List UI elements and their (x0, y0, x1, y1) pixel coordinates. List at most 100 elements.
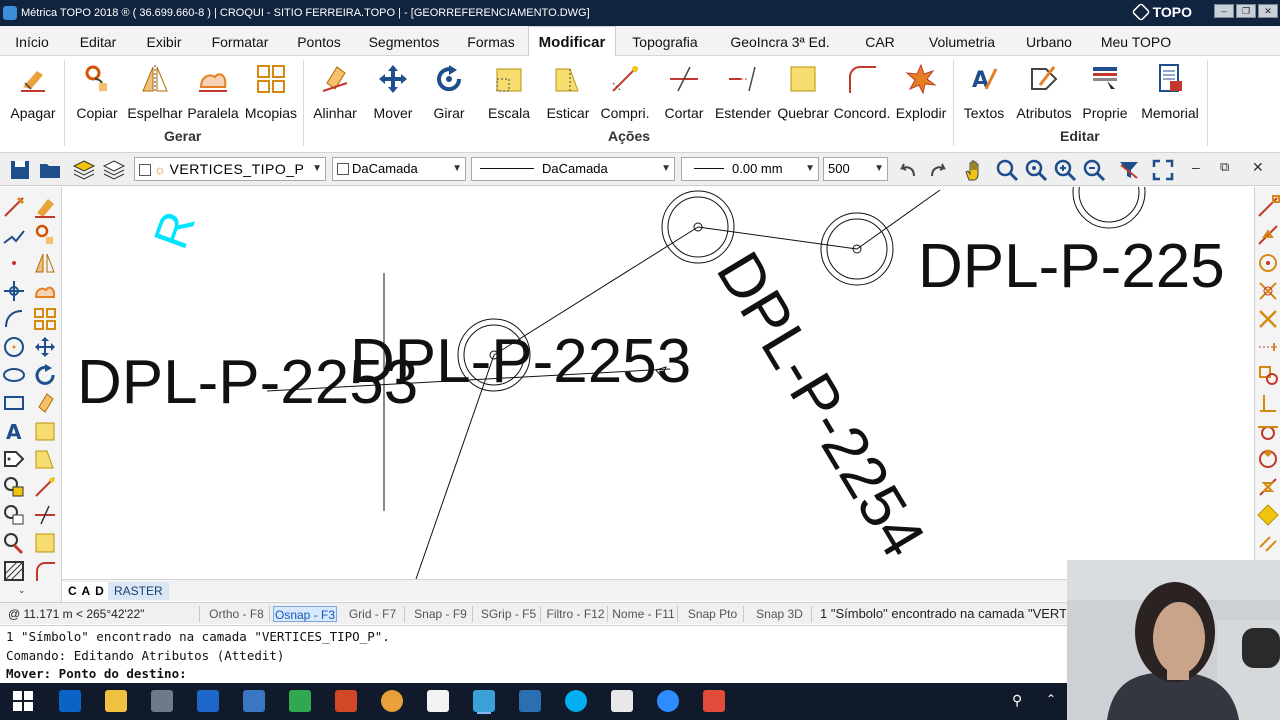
tab-segmentos[interactable]: Segmentos (356, 26, 452, 56)
outlook-icon[interactable] (59, 690, 81, 712)
tab-meu-topo[interactable]: Meu TOPO (1090, 26, 1182, 56)
notes-icon[interactable] (611, 690, 633, 712)
girar-button[interactable]: Girar (428, 60, 470, 128)
close-button[interactable]: ✕ (1258, 4, 1278, 18)
spreadsheet-icon[interactable] (519, 690, 541, 712)
command-prompt[interactable]: Mover: Ponto do destino: (6, 665, 187, 683)
tab-volumetria[interactable]: Volumetria (914, 26, 1010, 56)
tab-cad[interactable]: C A D (62, 582, 111, 600)
mirror-icon[interactable] (33, 251, 57, 275)
point-icon[interactable] (2, 251, 26, 275)
document-icon[interactable] (427, 690, 449, 712)
snap-nearest-icon[interactable] (1256, 475, 1280, 499)
escala-button[interactable]: Escala (488, 60, 530, 128)
doc-close-button[interactable]: ✕ (1252, 159, 1264, 176)
multi-copy-icon[interactable] (33, 307, 57, 331)
tab-modificar[interactable]: Modificar (528, 26, 616, 56)
snap-insertion-icon[interactable] (1256, 363, 1280, 387)
proprie-button[interactable]: Proprie (1082, 60, 1128, 128)
move-icon[interactable] (33, 335, 57, 359)
zoom-in-icon[interactable] (1053, 158, 1077, 182)
redo-icon[interactable] (926, 158, 950, 182)
explodir-button[interactable]: Explodir (896, 60, 946, 128)
parallel-icon[interactable] (33, 279, 57, 303)
snap-intersection-icon[interactable] (1256, 307, 1280, 331)
snap-quadrant-icon[interactable] (1256, 447, 1280, 471)
color-select[interactable]: DaCamada ▼ (332, 157, 466, 181)
expand-chevron-icon[interactable]: ⌄ (18, 585, 26, 596)
tab-pontos[interactable]: Pontos (286, 26, 352, 56)
fullscreen-icon[interactable] (1151, 158, 1175, 182)
zoom-icon[interactable] (657, 690, 679, 712)
lineweight-select[interactable]: 0.00 mm ▼ (681, 157, 819, 181)
snap-tangent-icon[interactable] (1256, 419, 1280, 443)
break-icon[interactable] (33, 531, 57, 555)
symbol-icon[interactable] (2, 475, 26, 499)
toggle-sgrip[interactable]: SGrip - F5 (477, 606, 541, 622)
align-icon[interactable] (33, 391, 57, 415)
toggle-osnap[interactable]: Osnap - F3 (273, 606, 337, 622)
rectangle-icon[interactable] (2, 391, 26, 415)
copy-icon[interactable] (33, 223, 57, 247)
doc-minimize-button[interactable]: – (1192, 159, 1200, 175)
layer-visible-checkbox[interactable] (139, 164, 151, 176)
metrica-topo-icon[interactable] (473, 690, 495, 712)
lengthen-icon[interactable] (33, 475, 57, 499)
minimize-button[interactable]: – (1214, 4, 1234, 18)
snap-center-icon[interactable] (1256, 251, 1280, 275)
apagar-button[interactable]: Apagar (10, 60, 56, 128)
zoom-out-icon[interactable] (1082, 158, 1106, 182)
filter-icon[interactable] (1117, 158, 1141, 182)
trim-icon[interactable] (33, 503, 57, 527)
attribute-tag-icon[interactable] (2, 447, 26, 471)
tab-car[interactable]: CAR (850, 26, 910, 56)
concord-button[interactable]: Concord. (834, 60, 890, 128)
zoom-window-icon[interactable] (995, 158, 1019, 182)
powerpoint-icon[interactable] (335, 690, 357, 712)
eraser-icon[interactable] (33, 195, 57, 219)
file-explorer-icon[interactable] (105, 690, 127, 712)
open-folder-icon[interactable] (38, 158, 62, 182)
stretch-icon[interactable] (33, 447, 57, 471)
memorial-button[interactable]: Memorial (1141, 60, 1199, 128)
undo-icon[interactable] (896, 158, 920, 182)
estender-button[interactable]: Estender (715, 60, 771, 128)
toggle-snap[interactable]: Snap - F9 (409, 606, 473, 622)
paralela-button[interactable]: Paralela (187, 60, 239, 128)
toggle-snap-3d[interactable]: Snap 3D (748, 606, 812, 622)
cortar-button[interactable]: Cortar (663, 60, 705, 128)
rotate-icon[interactable] (33, 363, 57, 387)
remote-desktop-icon[interactable] (243, 690, 265, 712)
snap-midpoint-icon[interactable] (1256, 223, 1280, 247)
tab-formatar[interactable]: Formatar (198, 26, 282, 56)
block-icon[interactable] (2, 503, 26, 527)
tray-chevron-up-icon[interactable]: ⌃ (1046, 692, 1056, 706)
esticar-button[interactable]: Esticar (547, 60, 589, 128)
restore-button[interactable]: ❐ (1236, 4, 1256, 18)
tab-urbano[interactable]: Urbano (1014, 26, 1084, 56)
save-icon[interactable] (8, 158, 32, 182)
pencil-line-icon[interactable] (2, 195, 26, 219)
snap-apparent-icon[interactable] (1256, 503, 1280, 527)
layers-icon[interactable] (72, 158, 96, 182)
polyline-icon[interactable] (2, 223, 26, 247)
textos-button[interactable]: A Textos (963, 60, 1005, 128)
tab-exibir[interactable]: Exibir (134, 26, 194, 56)
atributos-button[interactable]: Atributos (1016, 60, 1072, 128)
text-icon[interactable]: A (2, 419, 26, 443)
people-icon[interactable]: ⚲ (1012, 692, 1022, 709)
skype-app-icon[interactable] (197, 690, 219, 712)
toggle-ortho[interactable]: Ortho - F8 (204, 606, 270, 622)
alinhar-button[interactable]: Alinhar (313, 60, 357, 128)
crosshair-point-icon[interactable] (2, 279, 26, 303)
mcopias-button[interactable]: Mcopias (245, 60, 297, 128)
arc-icon[interactable] (2, 307, 26, 331)
snap-perpendicular-icon[interactable] (1256, 391, 1280, 415)
tab-formas[interactable]: Formas (456, 26, 526, 56)
snap-endpoint-icon[interactable] (1256, 195, 1280, 219)
compri-button[interactable]: Compri. (600, 60, 650, 128)
scale-icon[interactable] (33, 419, 57, 443)
layer-select[interactable]: ☼ VERTICES_TIPO_P ▼ (134, 157, 326, 181)
skype-icon[interactable] (565, 690, 587, 712)
layer-manager-icon[interactable] (102, 158, 126, 182)
